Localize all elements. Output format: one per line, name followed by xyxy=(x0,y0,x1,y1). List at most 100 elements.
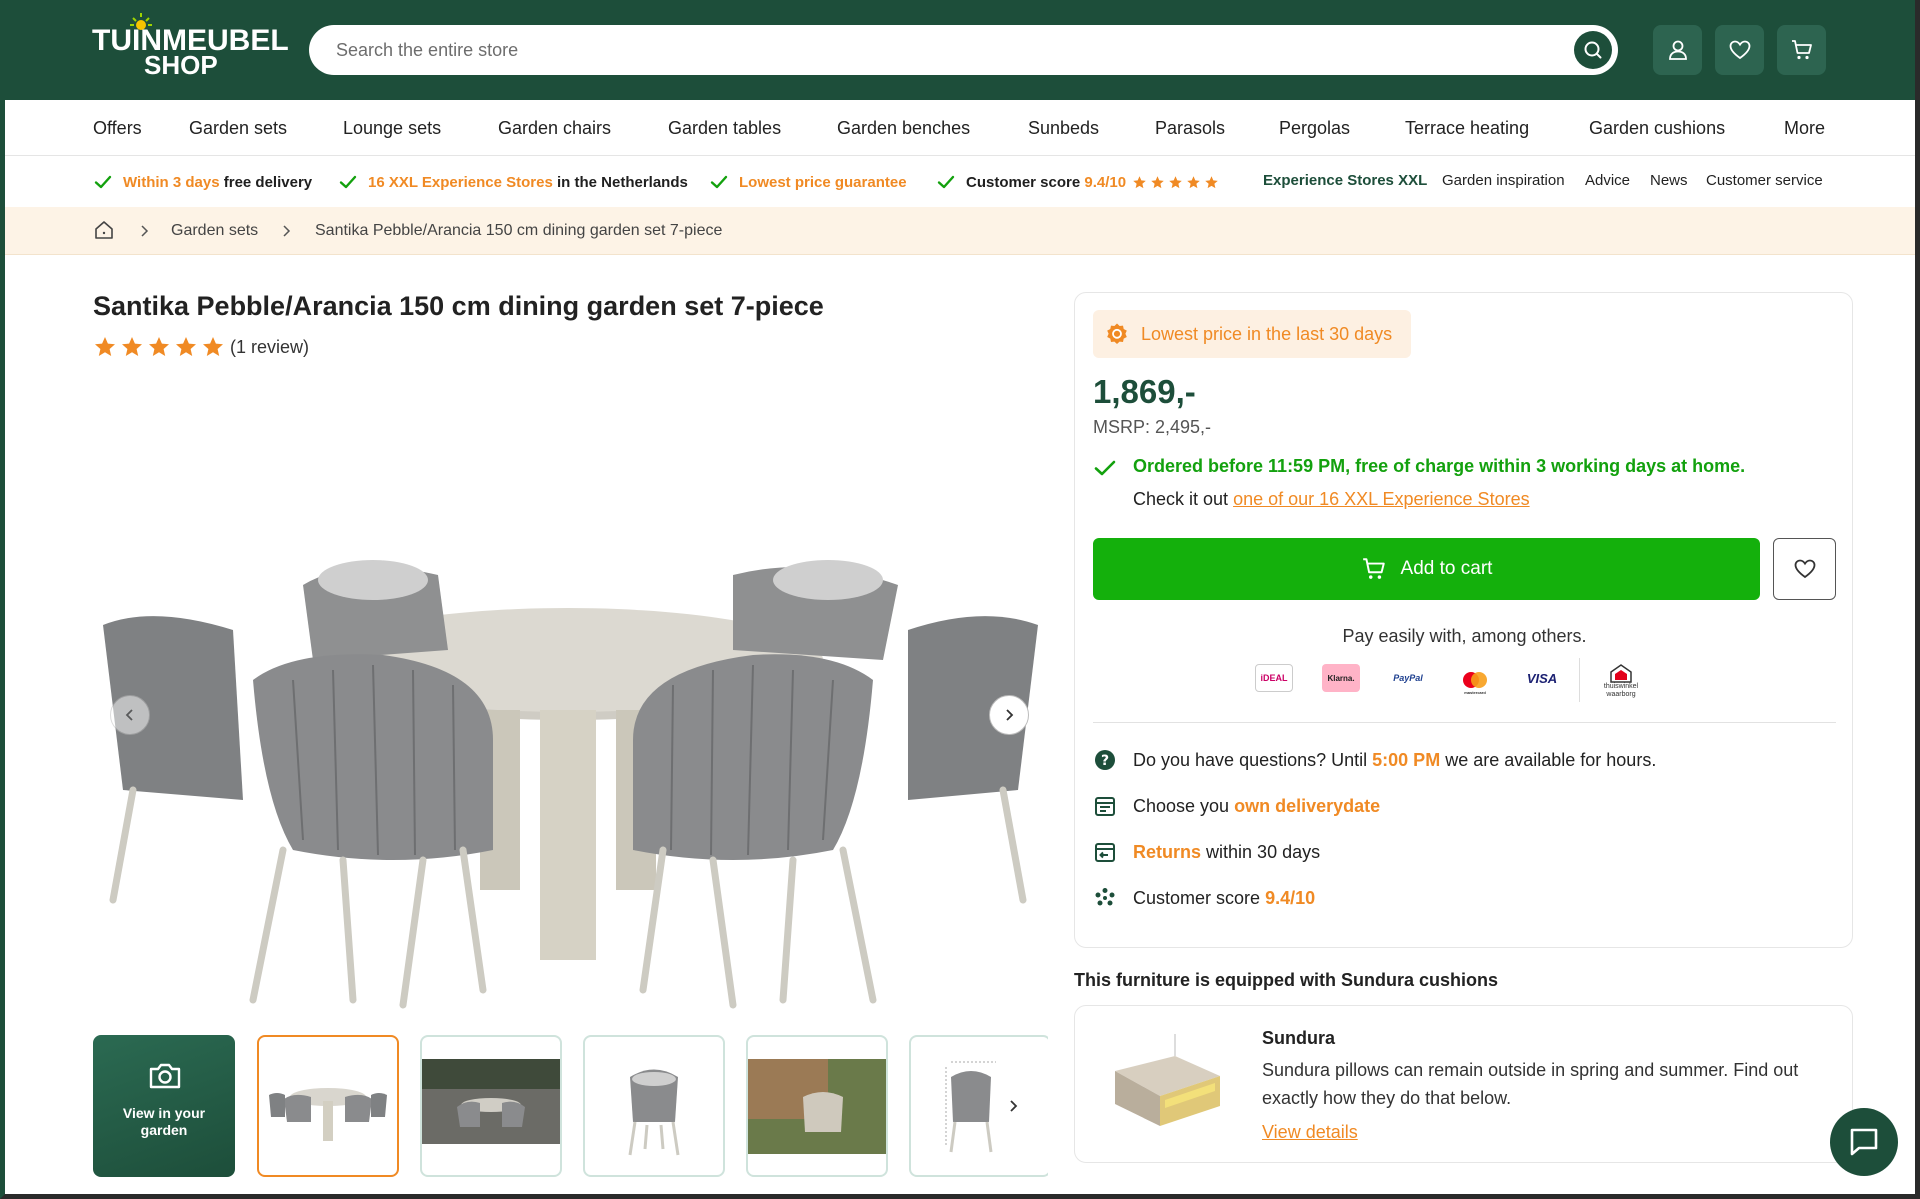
people-icon xyxy=(1095,888,1115,906)
product-image[interactable] xyxy=(93,380,1043,1015)
payment-divider xyxy=(1579,658,1580,702)
chevron-right-icon xyxy=(283,225,291,237)
link-advice[interactable]: Advice xyxy=(1585,172,1630,189)
image-prev-button[interactable] xyxy=(110,695,150,735)
thumbnail-1[interactable] xyxy=(257,1035,399,1177)
view-in-garden-label: View in your garden xyxy=(122,1105,206,1138)
search-input[interactable] xyxy=(336,38,1516,62)
chat-icon xyxy=(1850,1128,1878,1156)
nav-garden-chairs[interactable]: Garden chairs xyxy=(498,118,611,139)
visa-icon: VISA xyxy=(1523,664,1561,692)
customer-score-info: Customer score 9.4/10 xyxy=(1093,886,1315,910)
thumbnail-image xyxy=(628,1069,680,1156)
thuiswinkel-icon: thuiswinkel waarborg xyxy=(1593,658,1649,704)
view-details-link[interactable]: View details xyxy=(1262,1122,1358,1143)
star-icon xyxy=(1187,175,1200,188)
home-icon[interactable] xyxy=(93,219,115,241)
wishlist-button[interactable] xyxy=(1715,25,1764,75)
user-icon xyxy=(1668,40,1687,60)
cushion-description: Sundura pillows can remain outside in sp… xyxy=(1262,1060,1799,1108)
thumbnails-next-button[interactable] xyxy=(993,1086,1033,1126)
star-icon xyxy=(176,337,196,356)
star-icon xyxy=(1151,175,1164,188)
review-count: (1 review) xyxy=(230,336,310,357)
image-next-button[interactable] xyxy=(989,695,1029,735)
nav-sunbeds[interactable]: Sunbeds xyxy=(1028,118,1099,139)
thumbnail-image xyxy=(269,1088,387,1141)
search-button[interactable] xyxy=(1574,31,1612,69)
breadcrumb-current: Santika Pebble/Arancia 150 cm dining gar… xyxy=(315,222,723,239)
questions-suffix: we are available for hours. xyxy=(1445,749,1657,770)
thumbnail-image xyxy=(422,1059,560,1144)
star-icon xyxy=(122,337,142,356)
view-in-garden-button[interactable]: View in your garden xyxy=(93,1035,235,1177)
paypal-icon: PayPal xyxy=(1389,664,1427,692)
cushion-image xyxy=(1115,1034,1220,1126)
usp-score-label: Customer score xyxy=(966,173,1081,191)
own-deliverydate-link[interactable]: own deliverydate xyxy=(1234,796,1380,817)
returns-link[interactable]: Returns xyxy=(1133,842,1201,863)
thumbnail-image xyxy=(748,1059,886,1154)
nav-parasols[interactable]: Parasols xyxy=(1155,118,1225,139)
purchase-panel: Lowest price in the last 30 days 1,869,-… xyxy=(1074,292,1853,948)
add-to-cart-button[interactable]: Add to cart xyxy=(1093,538,1760,600)
add-to-wishlist-button[interactable] xyxy=(1773,538,1836,600)
nav-garden-benches[interactable]: Garden benches xyxy=(837,118,970,139)
questions-prefix: Do you have questions? Until xyxy=(1133,749,1368,770)
link-garden-inspiration[interactable]: Garden inspiration xyxy=(1442,172,1565,189)
payment-methods: iDEAL Klarna. PayPal mastercard VISA thu… xyxy=(1255,658,1675,706)
star-icon xyxy=(1169,175,1182,188)
experience-stores-link[interactable]: one of our 16 XXL Experience Stores xyxy=(1233,489,1530,509)
payment-ideal: iDEAL xyxy=(1260,673,1288,683)
nav-garden-tables[interactable]: Garden tables xyxy=(668,118,781,139)
chat-button[interactable] xyxy=(1830,1108,1898,1176)
usp-delivery-text: free delivery xyxy=(223,173,313,191)
logo-line2: SHOP xyxy=(144,50,218,80)
payment-title: Pay easily with, among others. xyxy=(1342,626,1587,646)
logo[interactable]: TUINMEUBEL SHOP xyxy=(92,12,289,78)
nav-garden-sets[interactable]: Garden sets xyxy=(189,118,287,139)
usp-stars xyxy=(1132,175,1222,190)
chevron-right-icon xyxy=(141,225,149,237)
nav-pergolas[interactable]: Pergolas xyxy=(1279,118,1350,139)
return-box-icon xyxy=(1095,843,1115,862)
nav-more[interactable]: More xyxy=(1784,118,1825,139)
usp-price-guarantee-text: Lowest price guarantee xyxy=(739,173,907,191)
score-value: 9.4/10 xyxy=(1265,887,1316,908)
payment-thuiswinkel: thuiswinkel waarborg xyxy=(1603,683,1639,698)
star-icon xyxy=(149,337,169,356)
thumbnail-4[interactable] xyxy=(746,1035,888,1177)
payment-mastercard: mastercard xyxy=(1464,689,1486,695)
product-rating[interactable]: (1 review) xyxy=(93,335,309,359)
breadcrumb-garden-sets[interactable]: Garden sets xyxy=(171,222,258,240)
usp-delivery-highlight: Within 3 days xyxy=(123,173,220,191)
account-button[interactable] xyxy=(1653,25,1702,75)
cart-button[interactable] xyxy=(1777,25,1826,75)
nav-garden-cushions[interactable]: Garden cushions xyxy=(1589,118,1725,139)
nav-offers[interactable]: Offers xyxy=(93,118,142,139)
star-icon xyxy=(1133,175,1146,188)
payment-klarna: Klarna. xyxy=(1327,673,1355,683)
thumbnail-3[interactable] xyxy=(583,1035,725,1177)
cart-icon xyxy=(1791,40,1812,60)
usp-customer-score: Customer score 9.4/10 xyxy=(936,172,1222,192)
link-customer-service[interactable]: Customer service xyxy=(1706,172,1823,189)
calendar-icon xyxy=(1095,797,1115,816)
nav-lounge-sets[interactable]: Lounge sets xyxy=(343,118,441,139)
site-header: TUINMEUBEL SHOP xyxy=(0,0,1920,100)
panel-divider xyxy=(1093,722,1836,723)
link-experience-stores[interactable]: Experience Stores XXL xyxy=(1263,172,1427,189)
usp-bar: Within 3 days free delivery 16 XXL Exper… xyxy=(0,157,1920,207)
thumbnail-2[interactable] xyxy=(420,1035,562,1177)
link-news[interactable]: News xyxy=(1650,172,1688,189)
star-icon xyxy=(203,337,223,356)
svg-text:?: ? xyxy=(1101,753,1109,769)
cushion-card: Sundura Sundura pillows can remain outsi… xyxy=(1074,1005,1853,1163)
chevron-right-icon xyxy=(1010,1100,1018,1112)
search-bar xyxy=(309,25,1618,75)
add-to-cart-label: Add to cart xyxy=(1400,558,1493,579)
msrp: MSRP: 2,495,- xyxy=(1093,417,1212,437)
main-nav: Offers Garden sets Lounge sets Garden ch… xyxy=(0,100,1920,156)
nav-terrace-heating[interactable]: Terrace heating xyxy=(1405,118,1529,139)
camera-icon xyxy=(149,1063,181,1089)
